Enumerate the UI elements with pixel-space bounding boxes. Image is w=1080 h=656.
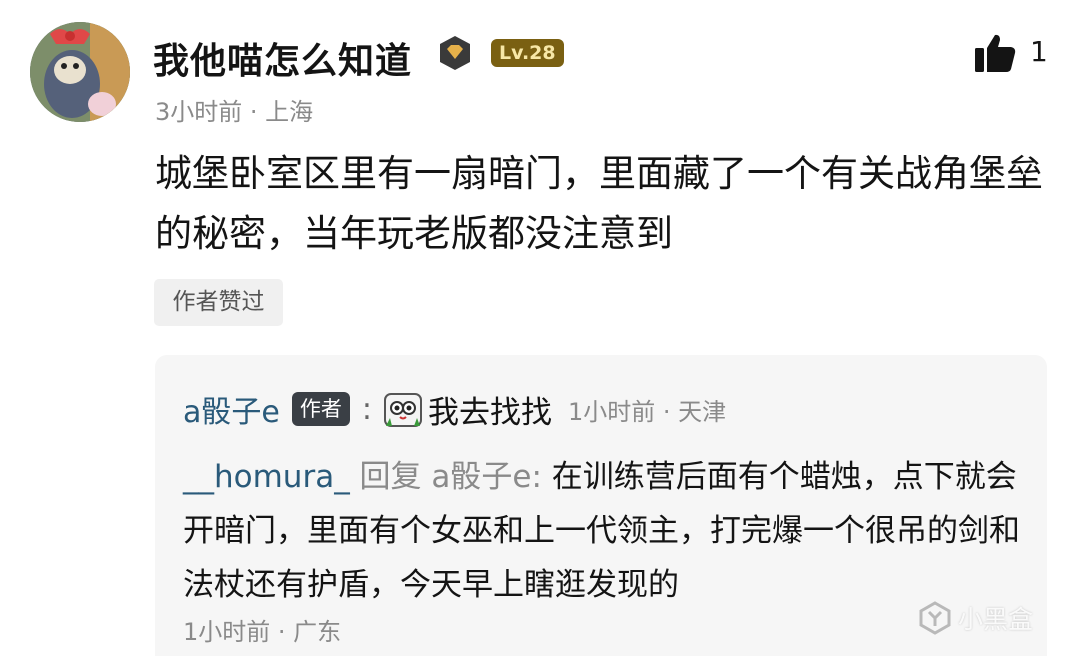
avatar[interactable] [30,22,130,122]
author-tag: 作者 [291,392,350,426]
thumbs-up-icon[interactable] [973,32,1017,74]
reply-colon: : [361,391,372,427]
reply-meta: 1小时前 · 广东 [183,618,342,646]
author-liked-tag: 作者赞过 [154,279,283,326]
avatar-image [30,22,130,122]
comment-meta: 3小时前 · 上海 [155,98,314,126]
reply-to-prefix: 回复 a骰子e: [349,459,552,495]
watermark-text: 小黑盒 [958,605,1034,634]
heybox-logo-icon [919,601,951,635]
level-badge: Lv.28 [491,39,564,67]
watermark: 小黑盒 [918,600,1033,636]
reply-author-name[interactable]: __homura_ [183,459,350,495]
reply-item[interactable]: __homura_ 回复 a骰子e: 在训练营后面有个蜡烛，点下就会开暗门，里面… [183,450,1033,612]
rank-badge-icon [440,36,470,70]
reply-item[interactable]: a骰子e 作者 : 我去找找 1小时前 · 天津 [183,385,726,433]
reply-text: 我去找找 [427,394,552,431]
reply-meta: 1小时前 · 天津 [567,397,727,426]
reply-author-name[interactable]: a骰子e [183,387,280,431]
username[interactable]: 我他喵怎么知道 [153,32,412,84]
sticker-emoji-icon [383,393,422,427]
comment-text: 城堡卧室区里有一扇暗门，里面藏了一个有关战角堡垒的秘密，当年玩老版都没注意到 [155,152,1043,255]
like-count: 1 [1030,35,1048,68]
